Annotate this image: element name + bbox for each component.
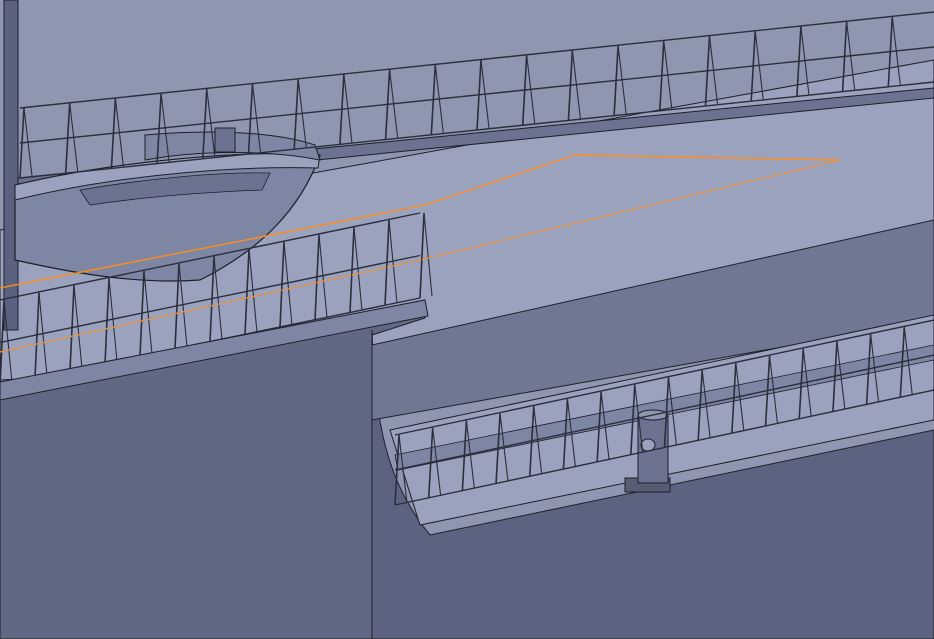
ship-model-render <box>0 0 934 639</box>
lifeboat-post <box>214 127 236 153</box>
bollard-pin <box>640 438 656 452</box>
mast <box>3 0 19 331</box>
cad-viewport[interactable] <box>0 0 934 639</box>
